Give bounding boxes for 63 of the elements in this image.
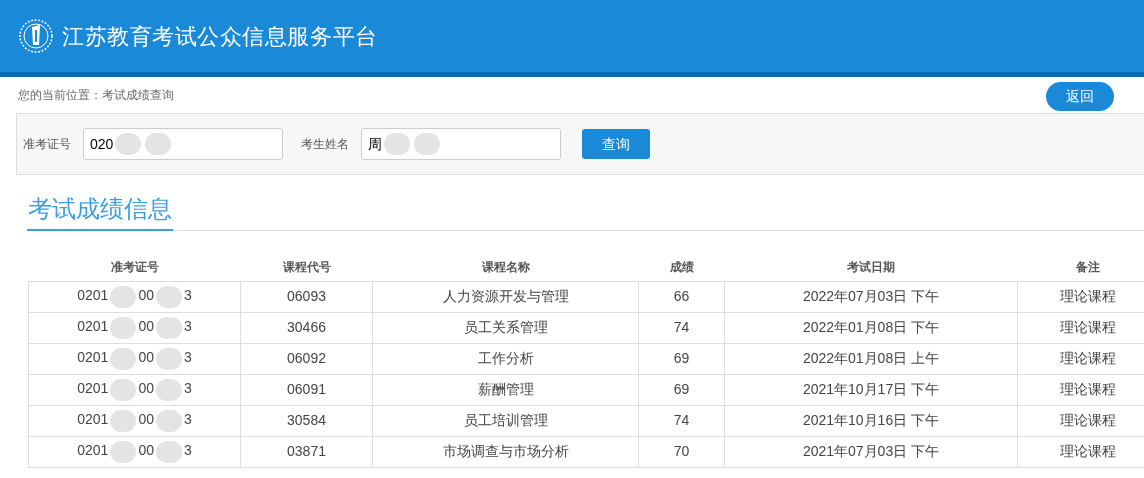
column-header: 课程名称 bbox=[481, 259, 530, 274]
table-cell: 工作分析 bbox=[372, 343, 639, 374]
table-cell: 员工培训管理 bbox=[372, 405, 639, 436]
table-cell: 员工关系管理 bbox=[372, 312, 639, 343]
table-cell: 70 bbox=[638, 436, 725, 467]
input-field[interactable]: 周 bbox=[361, 128, 561, 160]
field-label: 准考证号 bbox=[23, 136, 71, 153]
redaction-mark bbox=[110, 347, 137, 370]
table-cell: 人力资源开发与管理 bbox=[372, 281, 639, 312]
table-cell: 0201 00 3 bbox=[28, 281, 241, 312]
table-cell: 2022年01月08日 上午 bbox=[724, 343, 1018, 374]
field-label: 考生姓名 bbox=[301, 136, 349, 153]
input-field[interactable]: 020 bbox=[83, 128, 283, 160]
redaction-mark bbox=[155, 409, 182, 432]
redaction-mark bbox=[110, 378, 137, 401]
table-cell: 2021年10月17日 下午 bbox=[724, 374, 1018, 405]
table-cell: 2022年01月08日 下午 bbox=[724, 312, 1018, 343]
table-cell: 69 bbox=[638, 374, 725, 405]
column-header: 课程代号 bbox=[282, 259, 331, 274]
table-cell: 0201 00 3 bbox=[28, 343, 241, 374]
redaction-mark bbox=[110, 285, 137, 308]
table-cell: 69 bbox=[638, 343, 725, 374]
redaction-mark bbox=[155, 440, 182, 463]
site-title: 江苏教育考试公众信息服务平台 bbox=[62, 22, 378, 51]
section-title: 考试成绩信息 bbox=[27, 191, 173, 231]
table-cell: 2021年07月03日 下午 bbox=[724, 436, 1018, 467]
redaction-mark bbox=[115, 133, 142, 155]
redaction-mark bbox=[145, 133, 172, 155]
table-cell: 06092 bbox=[240, 343, 373, 374]
redaction-mark bbox=[414, 133, 440, 155]
column-header: 考试日期 bbox=[847, 259, 895, 274]
table-cell: 理论课程 bbox=[1017, 281, 1144, 312]
redaction-mark bbox=[155, 378, 182, 401]
table-cell: 06091 bbox=[240, 374, 373, 405]
redaction-mark bbox=[110, 409, 137, 432]
table-cell: 30584 bbox=[240, 405, 373, 436]
breadcrumb: 您的当前位置：考试成绩查询 bbox=[18, 87, 174, 104]
table-cell: 66 bbox=[638, 281, 725, 312]
table-cell: 0201 00 3 bbox=[28, 312, 241, 343]
redaction-mark bbox=[110, 316, 137, 339]
redaction-mark bbox=[155, 347, 182, 370]
table-cell: 2021年10月16日 下午 bbox=[724, 405, 1018, 436]
table-cell: 薪酬管理 bbox=[372, 374, 639, 405]
table-cell: 74 bbox=[638, 405, 725, 436]
column-header: 备注 bbox=[1075, 259, 1100, 274]
back-button[interactable]: 返回 bbox=[1046, 81, 1114, 111]
table-cell: 0201 00 3 bbox=[28, 374, 241, 405]
table-cell: 06093 bbox=[240, 281, 373, 312]
column-header: 准考证号 bbox=[110, 259, 159, 274]
table-cell: 03871 bbox=[240, 436, 373, 467]
column-header: 成绩 bbox=[669, 259, 694, 274]
table-cell: 30466 bbox=[240, 312, 373, 343]
table-cell: 市场调查与市场分析 bbox=[372, 436, 639, 467]
table-cell: 2022年07月03日 下午 bbox=[724, 281, 1018, 312]
redaction-mark bbox=[155, 285, 182, 308]
redaction-mark bbox=[384, 133, 410, 155]
table-cell: 0201 00 3 bbox=[28, 405, 241, 436]
table-cell: 0201 00 3 bbox=[28, 436, 241, 467]
table-cell: 74 bbox=[638, 312, 725, 343]
redaction-mark bbox=[155, 316, 182, 339]
emblem-icon bbox=[18, 18, 54, 54]
redaction-mark bbox=[110, 440, 137, 463]
search-button[interactable]: 查询 bbox=[582, 129, 650, 159]
